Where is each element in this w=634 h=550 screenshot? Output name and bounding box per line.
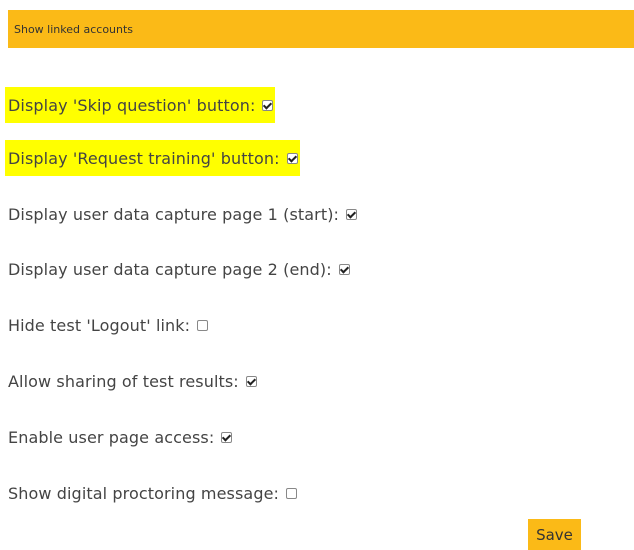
hide-logout-checkbox[interactable] <box>197 319 209 331</box>
linked-accounts-bar[interactable]: Show linked accounts <box>8 10 634 48</box>
setting-hide-logout: Hide test 'Logout' link: <box>8 307 209 343</box>
digital-proctoring-checkbox[interactable] <box>286 487 298 499</box>
setting-data-capture-start: Display user data capture page 1 (start)… <box>8 196 358 232</box>
highlight-mark: Display 'Request training' button: <box>5 140 300 176</box>
setting-digital-proctoring: Show digital proctoring message: <box>8 475 298 511</box>
data-capture-end-checkbox[interactable] <box>338 263 350 275</box>
setting-data-capture-end: Display user data capture page 2 (end): <box>8 251 350 287</box>
setting-request-training: Display 'Request training' button: <box>5 140 300 176</box>
setting-label: Display 'Request training' button: <box>8 148 280 168</box>
setting-label: Show digital proctoring message: <box>8 483 280 503</box>
setting-label: Enable user page access: <box>8 427 215 447</box>
share-results-checkbox[interactable] <box>245 375 257 387</box>
setting-label: Hide test 'Logout' link: <box>8 315 191 335</box>
setting-skip-question: Display 'Skip question' button: <box>5 87 276 123</box>
user-page-access-checkbox[interactable] <box>221 431 233 443</box>
setting-user-page-access: Enable user page access: <box>8 419 233 455</box>
save-button[interactable]: Save <box>528 519 581 550</box>
setting-label: Display user data capture page 1 (start)… <box>8 204 340 224</box>
data-capture-start-checkbox[interactable] <box>346 208 358 220</box>
setting-label: Allow sharing of test results: <box>8 371 239 391</box>
setting-share-results: Allow sharing of test results: <box>8 363 257 399</box>
setting-label: Display 'Skip question' button: <box>8 95 256 115</box>
highlight-mark: Display 'Skip question' button: <box>5 87 276 123</box>
show-linked-accounts-link[interactable]: Show linked accounts <box>14 23 133 36</box>
skip-question-checkbox[interactable] <box>262 99 274 111</box>
request-training-checkbox[interactable] <box>286 152 298 164</box>
setting-label: Display user data capture page 2 (end): <box>8 259 332 279</box>
